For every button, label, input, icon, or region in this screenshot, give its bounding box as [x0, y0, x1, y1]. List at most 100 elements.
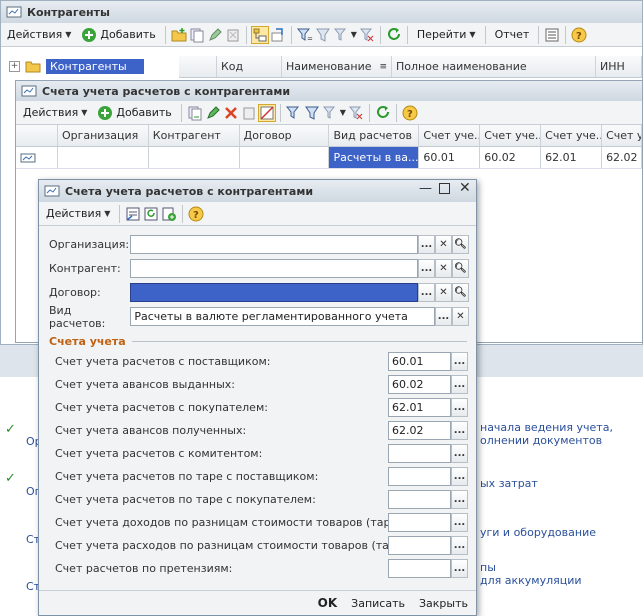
panel-link-2[interactable]: олнении документов — [480, 434, 602, 447]
actions-menu[interactable]: Действия ▼ — [19, 103, 91, 123]
help-icon[interactable]: ? — [188, 206, 204, 222]
help-icon[interactable]: ? — [402, 105, 418, 121]
clear-filter-icon[interactable] — [348, 105, 364, 121]
report-button[interactable]: Отчет — [491, 25, 534, 45]
account-select-button[interactable]: ... — [451, 375, 468, 394]
account-field[interactable] — [388, 490, 451, 509]
account-field[interactable]: 62.02 — [388, 421, 451, 440]
settlement-type-clear-button[interactable]: ✕ — [452, 307, 469, 326]
move-to-group-icon[interactable] — [270, 27, 286, 43]
tree-root-label[interactable]: Контрагенты — [46, 58, 144, 74]
account-field[interactable] — [388, 444, 451, 463]
contract-field[interactable] — [130, 283, 418, 302]
col-account-4[interactable]: Счет уче... — [602, 125, 642, 146]
account-field[interactable]: 60.01 — [388, 352, 451, 371]
account-field[interactable]: 60.02 — [388, 375, 451, 394]
filter-icon[interactable] — [315, 27, 331, 43]
copy-icon[interactable] — [189, 27, 205, 43]
settlement-type-field[interactable]: Расчеты в валюте регламентированного уче… — [130, 307, 435, 326]
save-button[interactable]: Записать — [351, 597, 405, 610]
chevron-down-icon[interactable]: ▼ — [351, 30, 357, 39]
actions-menu[interactable]: Действия ▼ — [3, 25, 75, 45]
reread-icon[interactable] — [143, 206, 159, 222]
maximize-icon[interactable] — [439, 183, 450, 194]
expand-icon[interactable]: + — [9, 60, 20, 72]
account-select-button[interactable]: ... — [451, 398, 468, 417]
filter-list-icon[interactable] — [322, 105, 338, 121]
edit-icon[interactable] — [207, 27, 223, 43]
refresh-icon[interactable] — [375, 105, 391, 121]
settlement-type-select-button[interactable]: ... — [435, 307, 452, 326]
col-settlement-type[interactable]: Вид расчетов — [329, 125, 420, 146]
account-field[interactable] — [388, 536, 451, 555]
edit-icon[interactable] — [205, 105, 221, 121]
col-inn[interactable]: ИНН — [596, 56, 642, 77]
organization-open-button[interactable]: 🔍︎ — [452, 235, 469, 254]
account-select-button[interactable]: ... — [451, 536, 468, 555]
save-close-icon[interactable] — [125, 206, 141, 222]
col-contract[interactable]: Договор — [240, 125, 330, 146]
counterparty-field[interactable] — [130, 259, 418, 278]
organization-clear-button[interactable]: ✕ — [435, 235, 452, 254]
col-account-1[interactable]: Счет уче... — [419, 125, 481, 146]
copy-icon[interactable] — [187, 105, 203, 121]
account-field[interactable] — [388, 559, 451, 578]
contract-select-button[interactable]: ... — [418, 283, 435, 302]
col-counterparty[interactable]: Контрагент — [149, 125, 240, 146]
chevron-down-icon[interactable]: ▼ — [340, 108, 346, 117]
account-select-button[interactable]: ... — [451, 559, 468, 578]
add-folder-icon[interactable] — [171, 27, 187, 43]
account-field[interactable] — [388, 467, 451, 486]
organization-field[interactable] — [130, 235, 418, 254]
contract-clear-button[interactable]: ✕ — [435, 283, 452, 302]
unpost-icon[interactable] — [257, 103, 276, 122]
counterparty-clear-button[interactable]: ✕ — [435, 259, 452, 278]
panel-link-1[interactable]: начала ведения учета, — [480, 421, 613, 434]
account-select-button[interactable]: ... — [451, 421, 468, 440]
col-account-2[interactable]: Счет уче... — [480, 125, 542, 146]
filter-list-icon[interactable] — [333, 27, 349, 43]
add-button[interactable]: Добавить — [93, 103, 175, 123]
minimize-icon[interactable]: — — [419, 181, 432, 196]
list-settings-icon[interactable] — [544, 27, 560, 43]
account-select-button[interactable]: ... — [451, 352, 468, 371]
add-button[interactable]: Добавить — [77, 25, 159, 45]
organization-select-button[interactable]: ... — [418, 235, 435, 254]
mark-delete-icon[interactable] — [241, 105, 257, 121]
account-select-button[interactable]: ... — [451, 513, 468, 532]
separator — [279, 103, 281, 122]
account-select-button[interactable]: ... — [451, 467, 468, 486]
close-button[interactable]: Закрыть — [419, 597, 468, 610]
counterparty-select-button[interactable]: ... — [418, 259, 435, 278]
copy-new-icon[interactable] — [161, 206, 177, 222]
refresh-icon[interactable] — [386, 27, 402, 43]
hierarchy-icon[interactable] — [250, 25, 269, 44]
account-field[interactable] — [388, 513, 451, 532]
col-account-3[interactable]: Счет уче... — [541, 125, 603, 146]
goto-menu[interactable]: Перейти ▼ — [413, 25, 480, 45]
panel-link-4[interactable]: уги и оборудование — [480, 526, 596, 539]
col-name[interactable]: Наименование ≡ — [282, 56, 392, 77]
counterparty-open-button[interactable]: 🔍︎ — [452, 259, 469, 278]
panel-link-6[interactable]: для аккумуляции — [480, 574, 582, 587]
filter-icon[interactable] — [304, 105, 320, 121]
clear-filter-icon[interactable] — [359, 27, 375, 43]
filter-settings-icon[interactable] — [285, 105, 302, 121]
col-code[interactable]: Код — [217, 56, 282, 77]
table-row[interactable]: Расчеты в ва... 60.01 60.02 62.01 62.02 — [16, 147, 642, 169]
help-icon[interactable]: ? — [571, 27, 587, 43]
col-full-name[interactable]: Полное наименование — [392, 56, 596, 77]
delete-icon[interactable] — [223, 105, 239, 121]
filter-settings-icon[interactable]: = — [296, 27, 313, 43]
contract-open-button[interactable]: 🔍︎ — [452, 283, 469, 302]
account-select-button[interactable]: ... — [451, 490, 468, 509]
panel-link-3[interactable]: ых затрат — [480, 477, 538, 490]
actions-menu[interactable]: Действия ▼ — [42, 204, 114, 224]
account-field[interactable]: 62.01 — [388, 398, 451, 417]
panel-link-5[interactable]: пы — [480, 561, 496, 574]
close-icon[interactable]: ✕ — [459, 180, 471, 196]
delete-icon[interactable] — [225, 27, 241, 43]
account-select-button[interactable]: ... — [451, 444, 468, 463]
col-organization[interactable]: Организация — [58, 125, 149, 146]
ok-button[interactable]: OK — [318, 596, 338, 610]
